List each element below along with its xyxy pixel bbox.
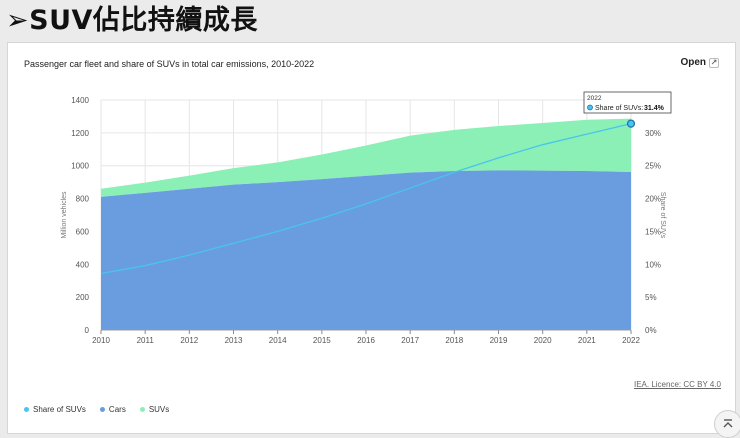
y2-tick-label: 10%	[645, 260, 661, 269]
legend-suvs-label: SUVs	[148, 405, 170, 414]
y2-tick-label: 20%	[645, 195, 661, 204]
y-tick-label: 200	[76, 293, 90, 302]
x-tick-label: 2013	[225, 336, 243, 345]
legend: Share of SUVs Cars SUVs	[24, 405, 169, 414]
y2-tick-label: 5%	[645, 293, 657, 302]
x-tick-label: 2017	[401, 336, 419, 345]
scroll-to-top-button[interactable]	[714, 410, 740, 438]
tooltip-swatch	[587, 104, 593, 111]
legend-item-suvs[interactable]: SUVs	[139, 405, 170, 414]
y-tick-label: 1200	[71, 129, 89, 138]
tooltip-year: 2022	[587, 95, 602, 102]
y-tick-label: 1000	[71, 162, 89, 171]
legend-item-share[interactable]: Share of SUVs	[24, 405, 86, 414]
share-point-2022	[626, 119, 636, 128]
y-tick-label: 600	[76, 227, 90, 236]
x-tick-label: 2012	[180, 336, 198, 345]
x-tick-label: 2018	[445, 336, 463, 345]
legend-suvs-swatch	[139, 407, 145, 412]
legend-item-cars[interactable]: Cars	[99, 405, 126, 414]
y-tick-label: 1400	[71, 96, 89, 105]
x-tick-label: 2022	[622, 336, 640, 345]
x-tick-label: 2011	[137, 336, 155, 345]
slide-title: ➢SUV佔比持續成長	[6, 5, 258, 36]
y2-tick-label: 30%	[645, 129, 661, 138]
y-axis-title: Million vehicles	[61, 191, 68, 239]
cars-area	[101, 170, 631, 330]
legend-cars-swatch	[99, 407, 105, 412]
legend-share-swatch	[24, 407, 29, 412]
legend-share-label: Share of SUVs	[33, 405, 86, 414]
chart-card: Passenger car fleet and share of SUVs in…	[7, 42, 736, 434]
licence-link[interactable]: IEA. Licence: CC BY 4.0	[634, 380, 721, 389]
y2-tick-label: 0%	[645, 326, 657, 335]
area-chart: 0 200 400 600 800 1000 1200 1400 0% 5% 10% 15% 20% 25…	[61, 91, 672, 345]
y2-tick-label: 25%	[645, 162, 661, 171]
x-tick-label: 2014	[269, 336, 287, 345]
y2-axis-title: Share of SUVs	[659, 192, 666, 239]
chevron-up-icon	[723, 419, 733, 428]
y-tick-label: 0	[85, 326, 90, 335]
x-tick-label: 2019	[490, 336, 508, 345]
x-tick-label: 2010	[92, 336, 110, 345]
y-tick-label: 400	[76, 260, 90, 269]
tooltip-value: 31.4%	[644, 105, 665, 112]
x-tick-label: 2020	[534, 336, 552, 345]
x-tick-label: 2015	[313, 336, 331, 345]
legend-cars-label: Cars	[108, 405, 126, 414]
x-tick-label: 2016	[357, 336, 375, 345]
x-tick-label: 2021	[578, 336, 596, 345]
tooltip-label: Share of SUVs:	[595, 105, 643, 112]
y2-tick-label: 15%	[645, 227, 661, 236]
y-tick-label: 800	[76, 195, 90, 204]
